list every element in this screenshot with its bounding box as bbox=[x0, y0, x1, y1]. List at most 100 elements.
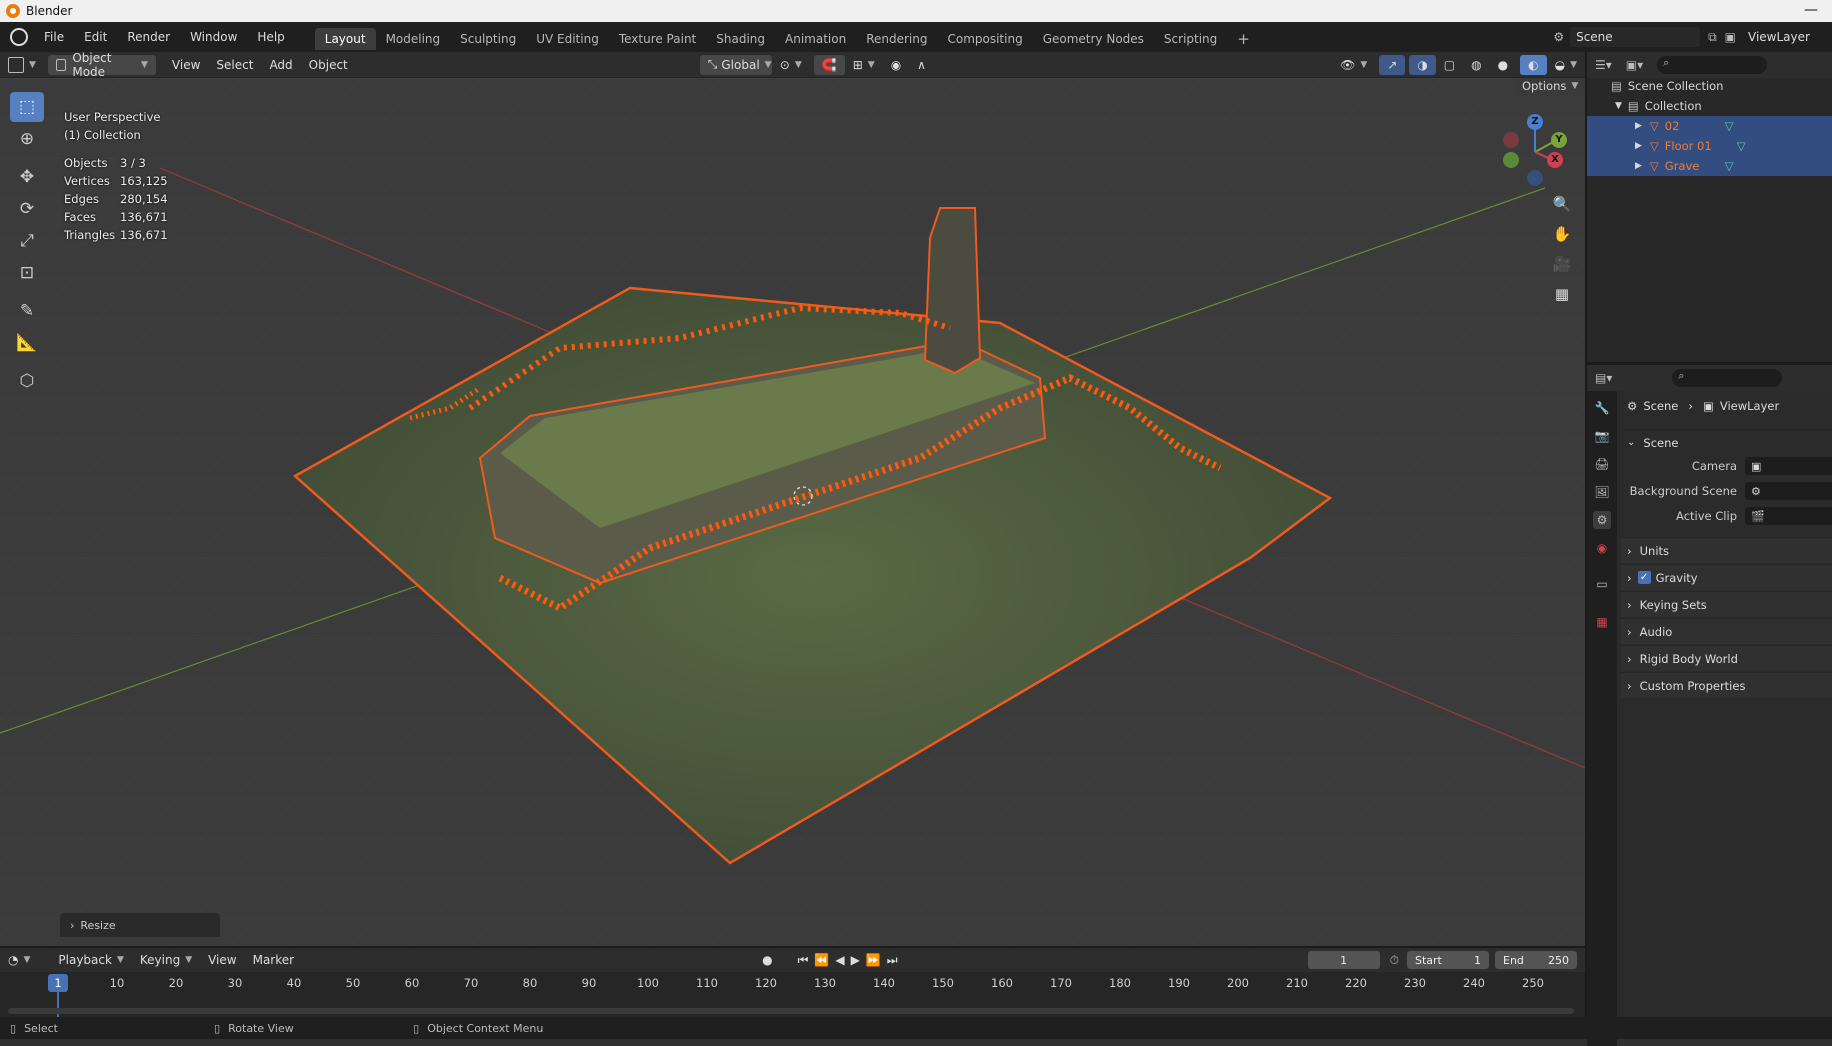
start-frame-field[interactable]: Start 1 bbox=[1407, 951, 1489, 969]
menu-file[interactable]: File bbox=[34, 22, 74, 52]
jump-keyframe-back-button[interactable]: ⏪ bbox=[811, 950, 832, 970]
menu-marker[interactable]: Marker bbox=[245, 950, 302, 970]
orientation-selector[interactable]: ⤡ Global ▼ bbox=[699, 54, 772, 75]
play-button[interactable]: ▶ bbox=[848, 950, 863, 970]
collection-row[interactable]: ▼ ▤ Collection bbox=[1587, 96, 1832, 116]
xray-toggle[interactable]: ▢ bbox=[1436, 55, 1463, 75]
expand-arrow-icon[interactable]: ▶ bbox=[1635, 141, 1642, 151]
menu-edit[interactable]: Edit bbox=[74, 22, 117, 52]
menu-select[interactable]: Select bbox=[208, 55, 261, 75]
render-tab-icon[interactable]: 📷 bbox=[1593, 427, 1611, 445]
tool-tab-icon[interactable]: 🔧 bbox=[1593, 399, 1611, 417]
move-tool[interactable]: ✥ bbox=[10, 162, 44, 192]
viewlayer-selector[interactable]: ViewLayer bbox=[1742, 27, 1832, 47]
units-panel[interactable]: › Units bbox=[1621, 537, 1832, 563]
play-reverse-button[interactable]: ◀ bbox=[832, 950, 847, 970]
pivot-point-button[interactable]: ⊙ ▼ bbox=[772, 55, 810, 75]
outliner-search-field[interactable]: ⌕ bbox=[1657, 56, 1768, 74]
outliner-object-row[interactable]: ▶ ▽ Floor 01 ▽ bbox=[1587, 136, 1832, 156]
tab-uv-editing[interactable]: UV Editing bbox=[526, 28, 609, 50]
menu-help[interactable]: Help bbox=[247, 22, 294, 52]
current-frame-field[interactable]: 1 bbox=[1307, 951, 1380, 969]
display-mode-icon[interactable]: ☰▾ bbox=[1595, 58, 1612, 72]
cursor-tool[interactable]: ⊕ bbox=[10, 124, 44, 154]
tab-sculpting[interactable]: Sculpting bbox=[450, 28, 526, 50]
tab-compositing[interactable]: Compositing bbox=[937, 28, 1032, 50]
mode-selector[interactable]: Object Mode ▼ bbox=[47, 51, 156, 79]
tab-rendering[interactable]: Rendering bbox=[856, 28, 937, 50]
gizmo-neg-x[interactable] bbox=[1503, 132, 1519, 148]
measure-tool[interactable]: 📐 bbox=[10, 328, 44, 358]
last-operator-panel[interactable]: › Resize bbox=[60, 913, 220, 937]
overlay-toggle[interactable]: ◑ bbox=[1409, 54, 1436, 75]
scene-selector[interactable]: Scene bbox=[1570, 27, 1701, 47]
shading-solid[interactable]: ● bbox=[1490, 55, 1516, 75]
editor-type-icon[interactable]: ▤▾ bbox=[1595, 371, 1612, 385]
new-scene-icon[interactable]: ⧉ bbox=[1708, 30, 1717, 45]
preview-range-icon[interactable]: ⏱ bbox=[1390, 953, 1399, 968]
menu-add[interactable]: Add bbox=[261, 55, 300, 75]
camera-view-icon[interactable]: 🎥 bbox=[1548, 250, 1576, 278]
pan-hand-icon[interactable]: ✋ bbox=[1548, 220, 1576, 248]
shading-rendered[interactable]: ◒ ▼ bbox=[1547, 55, 1585, 75]
active-clip-field[interactable]: 🎬 bbox=[1745, 507, 1832, 525]
visibility-button[interactable]: 👁 ▼ bbox=[1332, 55, 1375, 75]
jump-end-button[interactable]: ⏭ bbox=[884, 950, 901, 970]
menu-view[interactable]: View bbox=[164, 55, 208, 75]
custom-properties-panel[interactable]: › Custom Properties bbox=[1621, 672, 1832, 698]
shading-wireframe[interactable]: ◍ bbox=[1463, 55, 1489, 75]
select-box-tool[interactable]: ⬚ bbox=[10, 92, 44, 122]
editor-type-button[interactable]: ▼ bbox=[0, 55, 44, 75]
zoom-icon[interactable]: 🔍 bbox=[1548, 190, 1576, 218]
blender-menu-icon[interactable] bbox=[10, 28, 28, 46]
transform-tool[interactable]: ⊡ bbox=[10, 258, 44, 288]
timeline-scrollbar[interactable] bbox=[8, 1008, 1574, 1014]
rigid-body-world-panel[interactable]: › Rigid Body World bbox=[1621, 645, 1832, 671]
snap-toggle[interactable]: 🧲 bbox=[813, 54, 845, 75]
tab-geometry-nodes[interactable]: Geometry Nodes bbox=[1033, 28, 1154, 50]
expand-arrow-icon[interactable]: ▶ bbox=[1635, 121, 1642, 131]
jump-keyframe-forward-button[interactable]: ⏩ bbox=[863, 950, 884, 970]
rotate-tool[interactable]: ⟳ bbox=[10, 194, 44, 224]
tab-layout[interactable]: Layout bbox=[314, 28, 376, 50]
keying-sets-panel[interactable]: › Keying Sets bbox=[1621, 591, 1832, 617]
camera-field[interactable]: ▣ bbox=[1745, 457, 1832, 475]
properties-search-field[interactable]: ⌕ bbox=[1672, 369, 1783, 387]
minimize-button[interactable]: — bbox=[1804, 2, 1818, 18]
end-frame-field[interactable]: End 250 bbox=[1495, 951, 1577, 969]
mesh-data-icon[interactable]: ▽ bbox=[1737, 139, 1746, 153]
add-workspace-button[interactable]: + bbox=[1227, 28, 1260, 50]
outliner-object-row[interactable]: ▶ ▽ Grave ▽ bbox=[1587, 156, 1832, 176]
shading-material[interactable]: ◐ bbox=[1520, 54, 1547, 75]
menu-playback[interactable]: Playback ▼ bbox=[50, 950, 131, 970]
gravity-checkbox[interactable]: ✓ bbox=[1637, 571, 1651, 584]
tab-texture-paint[interactable]: Texture Paint bbox=[609, 28, 706, 50]
filter-icon[interactable]: ▣▾ bbox=[1626, 58, 1643, 72]
timeline-editor-type[interactable]: ◔ ▼ bbox=[0, 950, 38, 970]
auto-keying-toggle[interactable]: ● bbox=[754, 950, 780, 970]
tab-scripting[interactable]: Scripting bbox=[1154, 28, 1227, 50]
tab-modeling[interactable]: Modeling bbox=[376, 28, 451, 50]
gizmo-y-axis[interactable]: Y bbox=[1551, 132, 1567, 148]
menu-render[interactable]: Render bbox=[117, 22, 180, 52]
proportional-edit-button[interactable]: ◉ bbox=[883, 55, 909, 75]
gizmo-x-axis[interactable]: X bbox=[1547, 152, 1563, 168]
menu-timeline-view[interactable]: View bbox=[200, 950, 244, 970]
gizmo-neg-z[interactable] bbox=[1527, 170, 1543, 186]
gizmo-neg-y[interactable] bbox=[1503, 152, 1519, 168]
scene-panel-header[interactable]: ⌄ Scene bbox=[1621, 429, 1832, 455]
scale-tool[interactable]: ⤢ bbox=[10, 226, 44, 256]
collection-tab-icon[interactable]: ▭ bbox=[1593, 575, 1611, 593]
gravity-panel[interactable]: › ✓ Gravity bbox=[1621, 564, 1832, 590]
annotate-tool[interactable]: ✎ bbox=[10, 296, 44, 326]
expand-arrow-icon[interactable]: ▼ bbox=[1615, 101, 1622, 111]
3d-viewport[interactable]: ⬚ ⊕ ✥ ⟳ ⤢ ⊡ ✎ 📐 ⬡ User Perspective (1) C… bbox=[0, 78, 1585, 946]
texture-tab-icon[interactable]: ▦ bbox=[1593, 613, 1611, 631]
snap-target-button[interactable]: ⊞ ▼ bbox=[845, 55, 883, 75]
options-button[interactable]: Options ▼ bbox=[1514, 78, 1585, 96]
expand-arrow-icon[interactable]: ▶ bbox=[1635, 161, 1642, 171]
menu-object[interactable]: Object bbox=[301, 55, 356, 75]
add-cube-tool[interactable]: ⬡ bbox=[10, 366, 44, 396]
ortho-grid-icon[interactable]: ▦ bbox=[1548, 280, 1576, 308]
outliner-object-row[interactable]: ▶ ▽ 02 ▽ bbox=[1587, 116, 1832, 136]
